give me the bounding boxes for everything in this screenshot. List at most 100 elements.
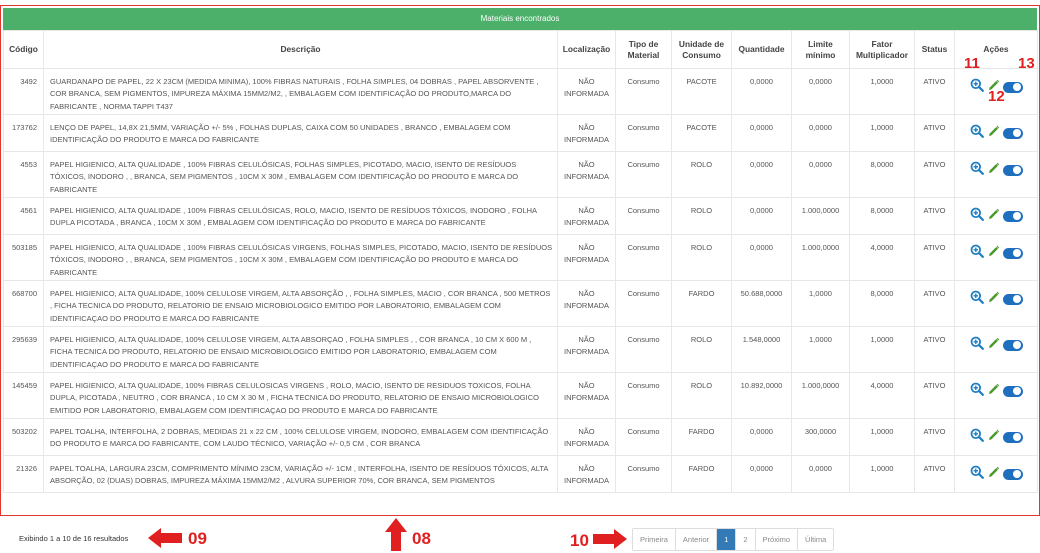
cell-fator: 4,0000: [849, 234, 915, 281]
cell-codigo: 173762: [3, 114, 44, 152]
zoom-in-icon[interactable]: [970, 124, 984, 142]
cell-tipo: Consumo: [615, 197, 672, 235]
header-limite: Limite mínimo: [791, 30, 850, 69]
cell-acoes: [954, 372, 1038, 419]
toggle-on-icon[interactable]: [1002, 210, 1023, 222]
page-prev-button[interactable]: Anterior: [675, 529, 718, 550]
cell-descricao: PAPEL HIGIENICO, ALTA QUALIDADE, 100% CE…: [43, 280, 558, 327]
cell-quantidade: 0,0000: [731, 114, 792, 152]
toggle-on-icon[interactable]: [1002, 164, 1023, 176]
table-row: 3492 GUARDANAPO DE PAPEL, 22 X 23CM (MED…: [3, 68, 1038, 115]
cell-unidade: ROLO: [671, 151, 732, 198]
toggle-on-icon[interactable]: [1002, 247, 1023, 259]
cell-status: ATIVO: [914, 151, 955, 198]
cell-fator: 8,0000: [849, 151, 915, 198]
table-row: 173762 LENÇO DE PAPEL, 14,8X 21,5MM, VAR…: [3, 114, 1038, 152]
zoom-in-icon[interactable]: [970, 382, 984, 400]
page-1-button[interactable]: 1: [717, 529, 737, 550]
zoom-in-icon[interactable]: [970, 290, 984, 308]
cell-quantidade: 50.688,0000: [731, 280, 792, 327]
materials-panel: Materiais encontrados Código Descrição L…: [0, 5, 1040, 516]
pencil-icon[interactable]: [987, 245, 1000, 262]
cell-status: ATIVO: [914, 326, 955, 373]
cell-descricao: PAPEL TOALHA, LARGURA 23CM, COMPRIMENTO …: [43, 455, 558, 493]
toggle-on-icon[interactable]: [1002, 127, 1023, 139]
cell-acoes: [954, 197, 1038, 235]
page-first-button[interactable]: Primeira: [633, 529, 676, 550]
page-last-button[interactable]: Última: [798, 529, 834, 550]
cell-status: ATIVO: [914, 234, 955, 281]
toggle-on-icon[interactable]: [1002, 385, 1023, 397]
arrow-up-icon: [385, 518, 407, 551]
cell-limite: 0,0000: [791, 68, 850, 115]
pencil-icon[interactable]: [987, 162, 1000, 179]
cell-unidade: ROLO: [671, 372, 732, 419]
zoom-in-icon[interactable]: [970, 244, 984, 262]
cell-descricao: LENÇO DE PAPEL, 14,8X 21,5MM, VARIAÇÃO +…: [43, 114, 558, 152]
toggle-on-icon[interactable]: [1002, 431, 1023, 443]
cell-codigo: 668700: [3, 280, 44, 327]
cell-localizacao: NÃO INFORMADA: [557, 151, 616, 198]
row-actions: [959, 159, 1033, 179]
cell-tipo: Consumo: [615, 234, 672, 281]
cell-unidade: PACOTE: [671, 68, 732, 115]
cell-limite: 0,0000: [791, 151, 850, 198]
cell-acoes: [954, 114, 1038, 152]
row-actions: [959, 426, 1033, 446]
cell-codigo: 4553: [3, 151, 44, 198]
header-descricao: Descrição: [43, 30, 558, 69]
table-row: 295639 PAPEL HIGIENICO, ALTA QUALIDADE, …: [3, 326, 1038, 373]
toggle-on-icon[interactable]: [1002, 339, 1023, 351]
cell-status: ATIVO: [914, 197, 955, 235]
cell-localizacao: NÃO INFORMADA: [557, 234, 616, 281]
cell-codigo: 145459: [3, 372, 44, 419]
cell-quantidade: 10.892,0000: [731, 372, 792, 419]
row-actions: [959, 122, 1033, 142]
cell-acoes: [954, 151, 1038, 198]
page-next-button[interactable]: Próximo: [755, 529, 799, 550]
table-row: 503202 PAPEL TOALHA, INTERFOLHA, 2 DOBRA…: [3, 418, 1038, 456]
annotation-11: 11: [964, 55, 980, 72]
zoom-in-icon[interactable]: [970, 336, 984, 354]
table-row: 4561 PAPEL HIGIENICO, ALTA QUALIDADE , 1…: [3, 197, 1038, 235]
zoom-in-icon[interactable]: [970, 161, 984, 179]
cell-acoes: [954, 418, 1038, 456]
cell-limite: 0,0000: [791, 455, 850, 493]
pencil-icon[interactable]: [987, 466, 1000, 483]
cell-localizacao: NÃO INFORMADA: [557, 197, 616, 235]
arrow-right-icon: [593, 529, 627, 549]
cell-descricao: PAPEL HIGIENICO, ALTA QUALIDADE, 100% CE…: [43, 326, 558, 373]
cell-limite: 1.000,0000: [791, 234, 850, 281]
table-row: 4553 PAPEL HIGIENICO, ALTA QUALIDADE , 1…: [3, 151, 1038, 198]
zoom-in-icon[interactable]: [970, 465, 984, 483]
cell-localizacao: NÃO INFORMADA: [557, 418, 616, 456]
cell-fator: 1,0000: [849, 68, 915, 115]
cell-localizacao: NÃO INFORMADA: [557, 326, 616, 373]
cell-descricao: PAPEL HIGIENICO, ALTA QUALIDADE , 100% F…: [43, 151, 558, 198]
pencil-icon[interactable]: [987, 291, 1000, 308]
cell-quantidade: 0,0000: [731, 234, 792, 281]
cell-status: ATIVO: [914, 280, 955, 327]
cell-acoes: [954, 280, 1038, 327]
toggle-on-icon[interactable]: [1002, 468, 1023, 480]
pencil-icon[interactable]: [987, 208, 1000, 225]
cell-limite: 0,0000: [791, 114, 850, 152]
row-actions: [959, 288, 1033, 308]
cell-unidade: FARDO: [671, 455, 732, 493]
cell-unidade: FARDO: [671, 280, 732, 327]
page-2-button[interactable]: 2: [736, 529, 756, 550]
toggle-on-icon[interactable]: [1002, 293, 1023, 305]
zoom-in-icon[interactable]: [970, 207, 984, 225]
toggle-on-icon[interactable]: [1002, 81, 1023, 93]
pencil-icon[interactable]: [987, 125, 1000, 142]
pencil-icon[interactable]: [987, 429, 1000, 446]
zoom-in-icon[interactable]: [970, 78, 984, 96]
zoom-in-icon[interactable]: [970, 428, 984, 446]
table-row: 21326 PAPEL TOALHA, LARGURA 23CM, COMPRI…: [3, 455, 1038, 493]
cell-status: ATIVO: [914, 372, 955, 419]
cell-descricao: PAPEL HIGIENICO, ALTA QUALIDADE, 100% FI…: [43, 372, 558, 419]
cell-descricao: PAPEL HIGIENICO, ALTA QUALIDADE , 100% F…: [43, 234, 558, 281]
pencil-icon[interactable]: [987, 337, 1000, 354]
pagination: Primeira Anterior 1 2 Próximo Última: [632, 528, 835, 551]
pencil-icon[interactable]: [987, 383, 1000, 400]
